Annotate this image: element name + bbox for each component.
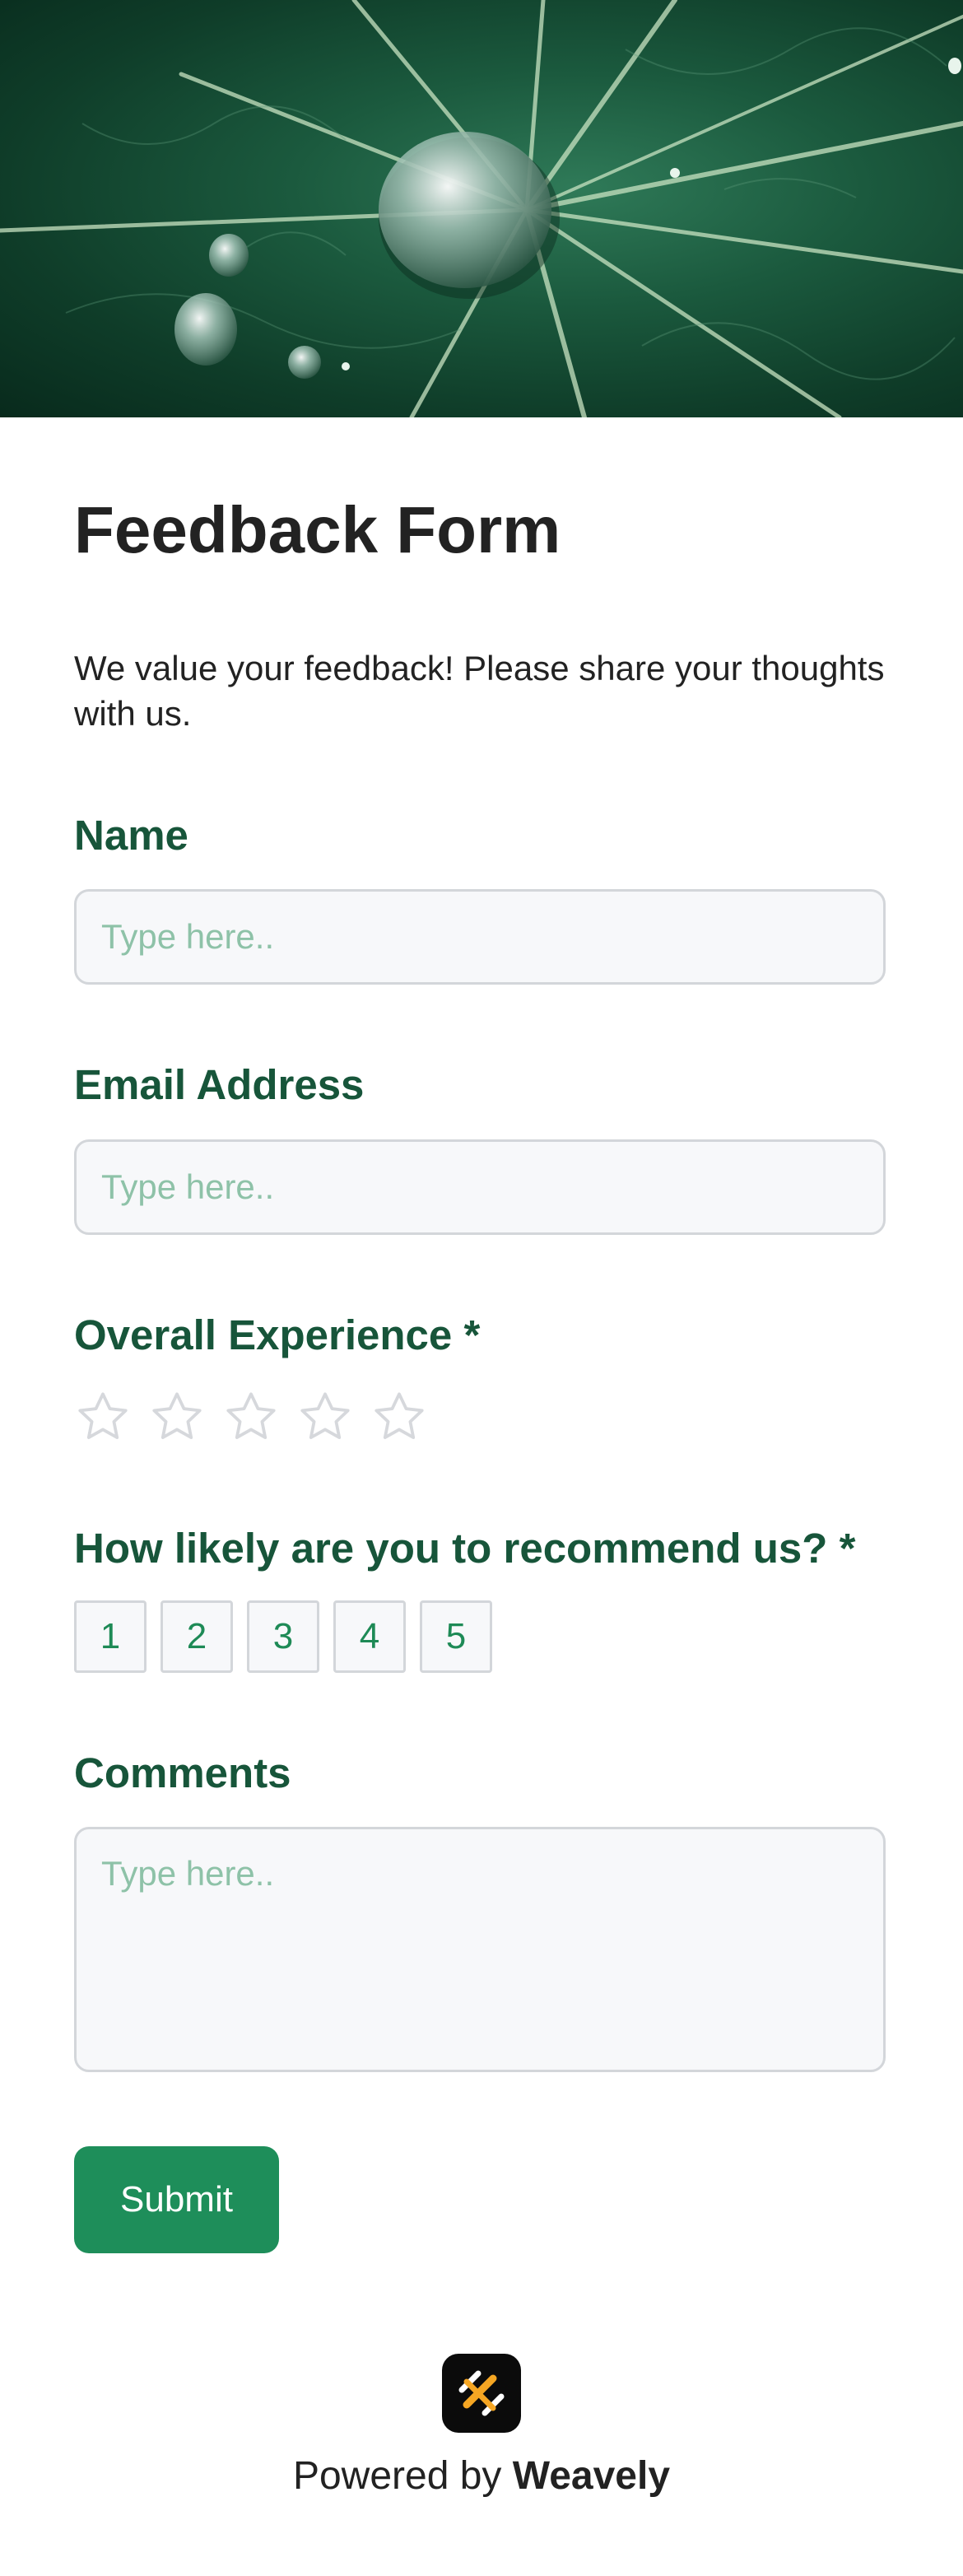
- form-title: Feedback Form: [74, 493, 561, 566]
- star-icon[interactable]: [74, 1388, 132, 1446]
- comments-textarea[interactable]: [74, 1827, 886, 2072]
- star-icon[interactable]: [148, 1388, 206, 1446]
- name-input[interactable]: [74, 889, 886, 985]
- leaf-water-drop-image: [0, 0, 963, 417]
- weavely-logo-icon: [442, 2354, 521, 2433]
- scale-option-2[interactable]: 2: [160, 1600, 233, 1673]
- email-label: Email Address: [74, 1061, 365, 1108]
- name-label: Name: [74, 812, 188, 859]
- scale-option-1[interactable]: 1: [74, 1600, 147, 1673]
- email-input[interactable]: [74, 1139, 886, 1235]
- star-icon[interactable]: [370, 1388, 428, 1446]
- scale-option-3[interactable]: 3: [247, 1600, 319, 1673]
- scale-option-4[interactable]: 4: [333, 1600, 406, 1673]
- experience-label: Overall Experience *: [74, 1311, 481, 1358]
- powered-by: Powered by Weavely: [0, 2452, 963, 2501]
- header-image: [0, 0, 963, 417]
- comments-label: Comments: [74, 1749, 291, 1796]
- submit-button[interactable]: Submit: [74, 2146, 279, 2253]
- powered-by-prefix: Powered by: [292, 2454, 502, 2498]
- scale-option-5[interactable]: 5: [420, 1600, 492, 1673]
- star-icon[interactable]: [222, 1388, 280, 1446]
- star-icon[interactable]: [296, 1388, 354, 1446]
- form-description: We value your feedback! Please share you…: [74, 649, 885, 733]
- powered-by-brand[interactable]: Weavely: [513, 2454, 670, 2498]
- recommend-label: How likely are you to recommend us? *: [74, 1525, 856, 1572]
